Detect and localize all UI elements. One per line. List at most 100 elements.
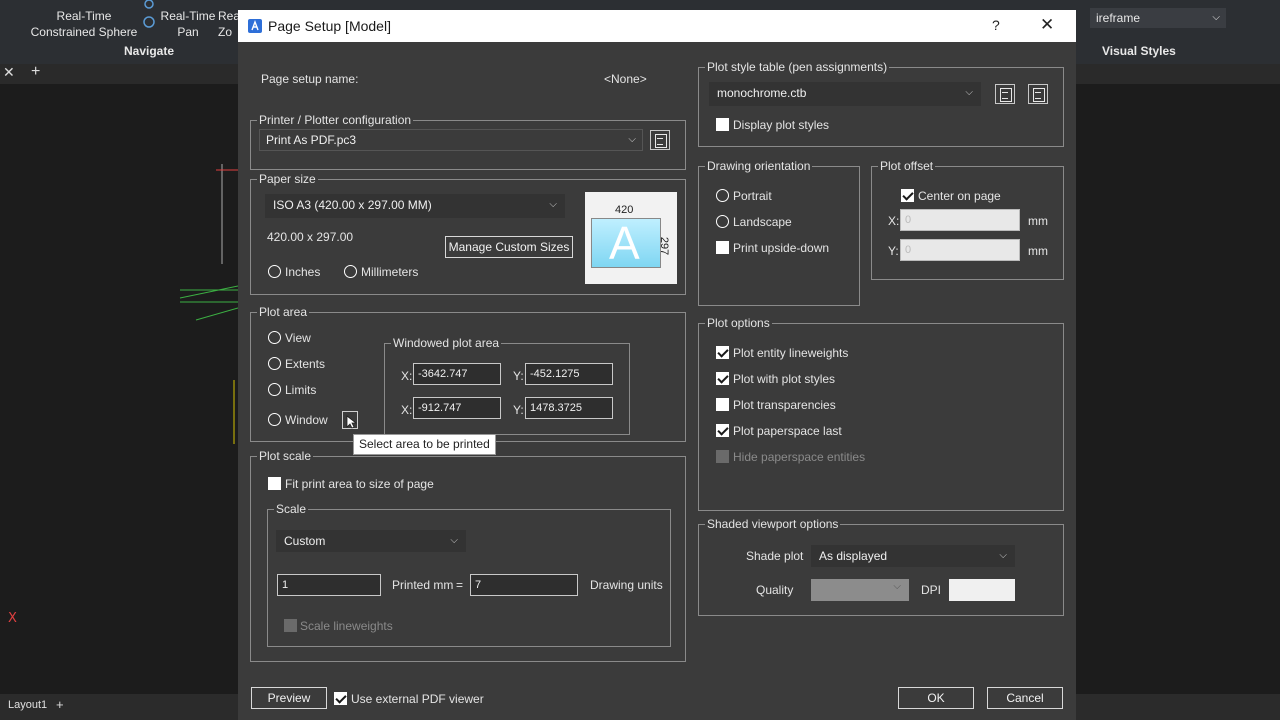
dialog-title: Page Setup [Model] [268,18,391,34]
scale-title: Scale [274,502,309,516]
window-label: Window [285,413,328,427]
x1-input[interactable]: -3642.747 [413,363,501,385]
drawing-orientation-title: Drawing orientation [705,159,813,173]
preview-button[interactable]: Preview [251,687,327,709]
add-layout-icon[interactable]: + [56,697,64,712]
visual-style-dropdown[interactable]: ireframe ⌵ [1090,8,1226,28]
real-time-pan-button[interactable]: Real-Time Pan [158,8,218,40]
paper-preview-letter: A [609,217,640,269]
scale-lineweights-label: Scale lineweights [300,619,393,633]
limits-label: Limits [285,383,317,397]
svg-text:X: X [8,611,17,626]
select-window-button[interactable] [342,411,358,429]
x2-input[interactable]: -912.747 [413,397,501,419]
extents-radio[interactable] [268,357,281,370]
print-upside-down-label: Print upside-down [733,241,830,255]
close-tab-icon[interactable]: ✕ [3,64,15,81]
view-radio[interactable] [268,331,281,344]
display-plot-styles-checkbox[interactable] [716,118,729,131]
drawing-units-input[interactable]: 7 [470,574,578,596]
scale-lineweights-checkbox[interactable] [284,619,297,632]
close-dialog-button[interactable]: ✕ [1040,15,1054,35]
plot-area-group: Plot area View Extents Limits Window Win… [250,305,686,442]
shade-plot-label: Shade plot [746,549,804,563]
paper-dimensions: 420.00 x 297.00 [267,230,354,244]
plot-offset-title: Plot offset [878,159,936,173]
offset-y-unit: mm [1028,244,1048,258]
quality-select[interactable]: ⌵ [811,579,909,601]
print-upside-down-checkbox[interactable] [716,241,729,254]
paper-preview-height: 297 [658,236,671,256]
paper-size-select[interactable]: ISO A3 (420.00 x 297.00 MM) ⌵ [265,194,565,218]
printer-config-title: Printer / Plotter configuration [257,113,414,127]
new-tab-icon[interactable]: + [31,63,40,81]
ok-button[interactable]: OK [898,687,974,709]
printed-mm-input[interactable]: 1 [277,574,381,596]
select-area-tooltip: Select area to be printed [353,434,496,455]
shaded-viewport-title: Shaded viewport options [705,517,841,531]
plot-scale-title: Plot scale [257,449,314,463]
fit-to-page-label: Fit print area to size of page [285,477,434,491]
help-button[interactable]: ? [992,17,1000,33]
shade-plot-select[interactable]: As displayed ⌵ [811,545,1015,567]
window-radio[interactable] [268,413,281,426]
offset-x-unit: mm [1028,214,1048,228]
quality-label: Quality [756,583,794,597]
paper-size-group: Paper size ISO A3 (420.00 x 297.00 MM) ⌵ … [250,172,686,295]
real-time-constrained-sphere-button[interactable]: Real-Time Constrained Sphere [28,8,140,40]
layout-tab[interactable]: Layout1 [8,699,47,711]
plot-options-group: Plot options Plot entity lineweights Plot… [698,316,1064,511]
plot-option-checkbox[interactable] [716,372,729,385]
millimeters-radio[interactable] [344,265,357,278]
plot-area-title: Plot area [257,305,310,319]
drawing-units-label: Drawing units [590,578,663,592]
plot-option-checkbox[interactable] [716,398,729,411]
plot-option-checkbox[interactable] [716,346,729,359]
inches-label: Inches [285,265,321,279]
plot-style-select[interactable]: monochrome.ctb ⌵ [709,82,981,106]
offset-x-input[interactable]: 0 [900,209,1020,231]
printer-config-group: Printer / Plotter configuration Print As… [250,113,686,170]
plot-scale-group: Plot scale Fit print area to size of pag… [250,449,686,662]
plot-option-checkbox[interactable] [716,450,729,463]
offset-y-input[interactable]: 0 [900,239,1020,261]
plot-option-checkbox[interactable] [716,424,729,437]
view-label: View [285,331,311,345]
manage-custom-sizes-button[interactable]: Manage Custom Sizes [445,236,573,258]
x1-label: X: [401,369,413,383]
dpi-input[interactable] [949,579,1015,601]
printer-properties-icon[interactable] [650,130,670,150]
y2-input[interactable]: 1478.3725 [525,397,613,419]
plot-option-label: Hide paperspace entities [733,450,866,464]
cancel-button[interactable]: Cancel [987,687,1063,709]
navigate-icon [142,0,156,30]
app-icon [248,19,262,33]
plot-style-table-title: Plot style table (pen assignments) [705,60,890,74]
center-on-page-checkbox[interactable] [901,189,914,202]
plot-style-table-group: Plot style table (pen assignments) monoc… [698,60,1064,147]
display-plot-styles-label: Display plot styles [733,118,830,132]
edit-plot-style-icon[interactable] [995,84,1015,104]
printer-select[interactable]: Print As PDF.pc3 ⌵ [259,129,643,151]
fit-to-page-checkbox[interactable] [268,477,281,490]
plot-option-label: Plot entity lineweights [733,346,849,360]
plot-offset-group: Plot offset Center on page X: 0 mm Y: 0 … [871,159,1064,280]
landscape-radio[interactable] [716,215,729,228]
real-time-zoom-button[interactable]: Rea Zo [218,8,238,40]
limits-radio[interactable] [268,383,281,396]
y1-label: Y: [513,369,524,383]
scale-select[interactable]: Custom ⌵ [276,530,466,552]
portrait-radio[interactable] [716,189,729,202]
windowed-plot-area-title: Windowed plot area [391,336,502,350]
scale-group: Scale Custom ⌵ 1 Printed mm = 7 Drawing u… [267,502,671,647]
inches-radio[interactable] [268,265,281,278]
new-plot-style-icon[interactable] [1028,84,1048,104]
paper-preview-width: 420 [615,204,634,216]
plot-option-label: Plot transparencies [733,398,836,412]
offset-x-label: X: [888,214,900,228]
page-setup-dialog: Page Setup [Model] ? ✕ Page setup name: … [238,10,1076,720]
equals-label: = [456,578,464,592]
y2-label: Y: [513,403,524,417]
external-pdf-viewer-checkbox[interactable] [334,692,347,705]
y1-input[interactable]: -452.1275 [525,363,613,385]
